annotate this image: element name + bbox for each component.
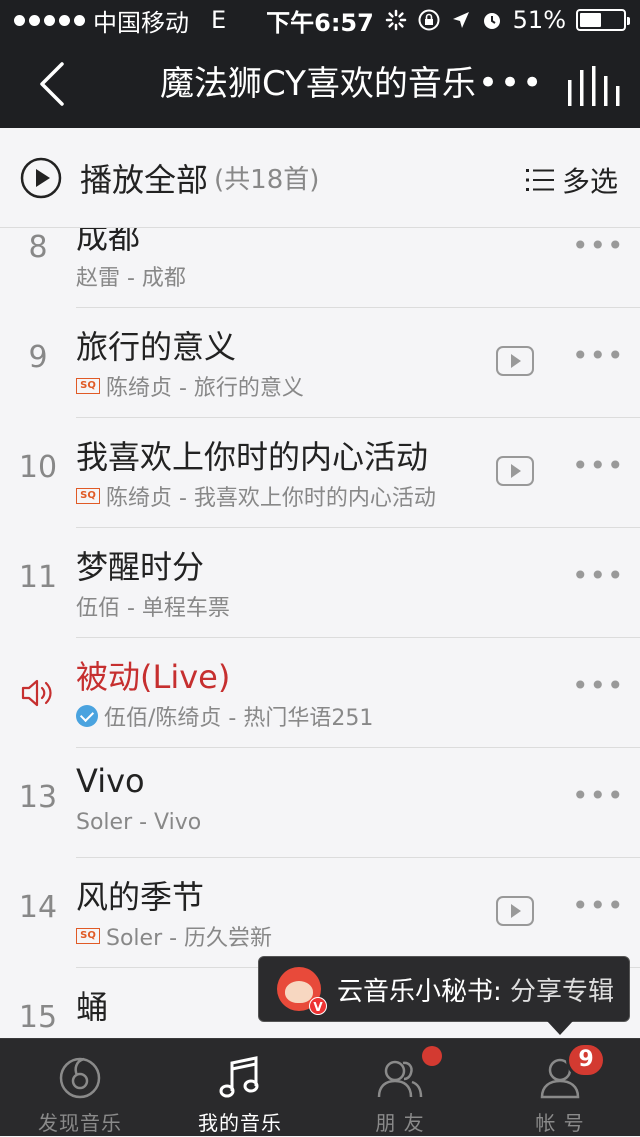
song-list-content: 8 成都赵雷 - 成都 ••• 9 旅行的意义 SQ 陈绮贞 - 旅行的意义 ••• 10 我喜欢…	[0, 228, 640, 1036]
sq-quality-badge: SQ	[76, 378, 100, 394]
song-title: 我喜欢上你时的内心活动	[76, 438, 429, 476]
back-chevron-icon	[40, 62, 64, 106]
song-title: 蛹	[76, 988, 109, 1026]
multi-select-button[interactable]: 多选	[525, 160, 618, 200]
page-title: 魔法狮CY喜欢的音乐	[160, 64, 476, 104]
tab-my-music[interactable]: 我的音乐	[160, 1039, 320, 1137]
friends-notification-dot	[422, 1046, 442, 1066]
battery-percent: 51%	[512, 6, 566, 34]
now-playing-bars-icon[interactable]	[562, 66, 622, 106]
nav-bar: 魔法狮CY喜欢的音乐 •••	[0, 40, 640, 128]
signal-strength-icon	[14, 14, 85, 26]
friends-icon	[377, 1060, 423, 1098]
song-index: 14	[18, 890, 58, 925]
play-all-icon[interactable]	[20, 157, 62, 199]
song-subtitle: 伍佰 - 单程车票	[76, 590, 230, 622]
song-subtitle: 伍佰/陈绮贞 - 热门华语251	[76, 700, 373, 732]
song-title: 旅行的意义	[76, 328, 237, 366]
song-subtitle: Soler - Vivo	[76, 810, 201, 835]
song-subtitle: SQ 陈绮贞 - 我喜欢上你时的内心活动	[76, 480, 436, 512]
status-right: 51%	[385, 6, 630, 34]
song-index: 11	[18, 560, 58, 595]
song-index: 15	[18, 1000, 58, 1035]
battery-icon	[576, 9, 630, 31]
activity-spinner-icon	[385, 9, 406, 31]
status-left: 中国移动 E	[14, 3, 226, 38]
song-count: (共18首)	[214, 165, 320, 195]
song-more-button[interactable]: •••	[572, 342, 625, 370]
artist-album-text: 陈绮贞 - 旅行的意义	[106, 376, 304, 401]
account-notification-badge: 9	[566, 1042, 606, 1078]
artist-album-text: Soler - Vivo	[76, 810, 202, 835]
sq-quality-badge: SQ	[76, 928, 100, 944]
song-list: 8 成都赵雷 - 成都 ••• 9 旅行的意义 SQ 陈绮贞 - 旅行的意义 ••• 10 我喜欢…	[0, 228, 640, 1036]
toast-content: 分享专辑	[510, 976, 615, 1007]
tab-discover-label: 发现音乐	[38, 1111, 122, 1135]
song-row[interactable]: 10 我喜欢上你时的内心活动 SQ 陈绮贞 - 我喜欢上你时的内心活动 •••	[0, 418, 640, 528]
toast-message: 云音乐小秘书: 分享专辑	[337, 971, 614, 1008]
song-index: 13	[18, 780, 58, 815]
song-row[interactable]: 14 风的季节 SQ Soler - 历久尝新 •••	[0, 858, 640, 968]
list-icon	[525, 169, 554, 191]
tab-account-label: 帐 号	[535, 1111, 585, 1135]
music-note-icon	[219, 1056, 259, 1098]
mv-play-icon[interactable]	[496, 896, 534, 926]
verified-v-badge: V	[309, 997, 327, 1015]
tab-friends-label: 朋 友	[375, 1111, 425, 1135]
song-more-button[interactable]: •••	[572, 232, 625, 260]
rotation-lock-icon	[418, 9, 440, 31]
song-more-button[interactable]: •••	[572, 672, 625, 700]
artist-album-text: Soler - 历久尝新	[106, 926, 273, 951]
song-more-button[interactable]: •••	[572, 782, 625, 810]
song-more-button[interactable]: •••	[572, 892, 625, 920]
toast-label: 云音乐小秘书:	[337, 976, 511, 1007]
alarm-icon	[483, 13, 500, 29]
tab-bar: 发现音乐 我的音乐 朋 友 帐 号	[0, 1038, 640, 1136]
more-options-button[interactable]: •••	[478, 66, 544, 100]
song-row[interactable]: 9 旅行的意义 SQ 陈绮贞 - 旅行的意义 •••	[0, 308, 640, 418]
list-header: 播放全部 (共18首) 多选	[0, 128, 640, 228]
artist-album-text: 陈绮贞 - 我喜欢上你时的内心活动	[106, 486, 436, 511]
song-row[interactable]: 13 Vivo Soler - Vivo •••	[0, 748, 640, 858]
song-index: 10	[18, 450, 58, 485]
secretary-avatar: V	[277, 967, 327, 1015]
song-index: 8	[28, 230, 48, 265]
notification-toast[interactable]: V 云音乐小秘书: 分享专辑	[258, 956, 630, 1035]
tab-account[interactable]: 帐 号	[480, 1039, 640, 1137]
song-more-button[interactable]: •••	[572, 562, 625, 590]
mv-play-icon[interactable]	[496, 456, 534, 486]
carrier-name: 中国移动	[93, 8, 189, 37]
mv-play-icon[interactable]	[496, 346, 534, 376]
song-index: 9	[28, 340, 48, 375]
song-subtitle: SQ Soler - 历久尝新	[76, 920, 272, 952]
song-title: 梦醒时分	[76, 548, 205, 586]
status-bar: 中国移动 E 下午6:57 51%	[0, 0, 640, 40]
play-all-button[interactable]: 播放全部	[80, 155, 208, 201]
battery-fill	[580, 13, 602, 27]
location-icon	[452, 12, 469, 28]
song-row[interactable]: 11 梦醒时分伍佰 - 单程车票 •••	[0, 528, 640, 638]
tab-my-music-label: 我的音乐	[198, 1111, 282, 1135]
song-more-button[interactable]: •••	[572, 452, 625, 480]
artist-album-text: 伍佰 - 单程车票	[76, 596, 230, 621]
multi-select-label: 多选	[561, 165, 618, 198]
now-playing-speaker-icon	[21, 679, 52, 707]
song-row[interactable]: 8 成都赵雷 - 成都 •••	[0, 228, 640, 308]
network-type: E	[211, 6, 227, 34]
song-title: 风的季节	[76, 878, 205, 916]
song-subtitle: 赵雷 - 成都	[76, 260, 186, 292]
back-button[interactable]	[24, 52, 80, 116]
song-title: 被动(Live)	[76, 658, 231, 696]
song-title: Vivo	[76, 762, 145, 800]
downloaded-check-icon	[76, 705, 98, 727]
artist-album-text: 赵雷 - 成都	[76, 266, 186, 291]
song-subtitle: SQ 陈绮贞 - 旅行的意义	[76, 370, 304, 402]
tab-friends[interactable]: 朋 友	[320, 1039, 480, 1137]
song-title: 成都	[76, 228, 141, 256]
artist-album-text: 伍佰/陈绮贞 - 热门华语251	[104, 706, 374, 731]
netease-logo-icon	[59, 1057, 101, 1099]
tab-discover[interactable]: 发现音乐	[0, 1039, 160, 1137]
song-row[interactable]: 被动(Live) 伍佰/陈绮贞 - 热门华语251 •••	[0, 638, 640, 748]
sq-quality-badge: SQ	[76, 488, 100, 504]
